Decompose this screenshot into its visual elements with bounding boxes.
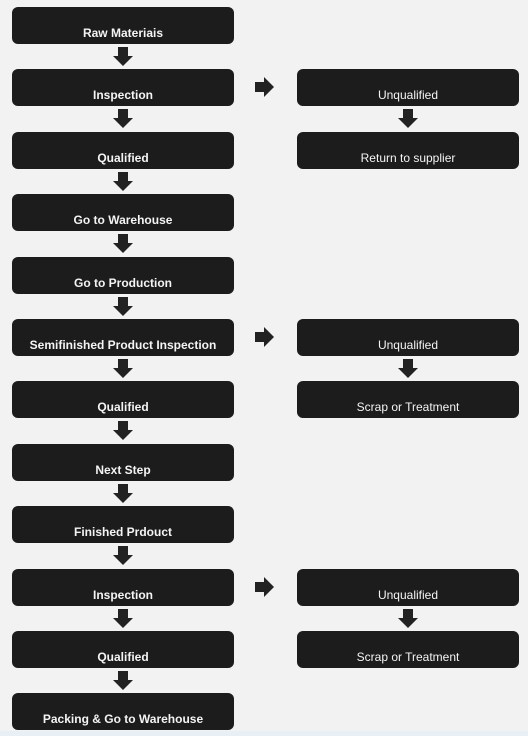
unqualified-box: Unqualified [297,319,519,356]
arrow-right-icon [255,327,275,347]
arrow-down-icon [398,609,418,629]
branch-action-box: Scrap or Treatment [297,631,519,668]
flow-step-box: Finished Prdouct [12,506,234,543]
flow-step-box: Inspection [12,569,234,606]
branch-action-box: Scrap or Treatment [297,381,519,418]
arrow-down-icon [113,484,133,504]
unqualified-box: Unqualified [297,569,519,606]
arrow-down-icon [113,234,133,254]
bottom-strip [0,731,528,736]
branch-action-box: Return to supplier [297,132,519,169]
unqualified-box: Unqualified [297,69,519,106]
flow-step-box: Next Step [12,444,234,481]
arrow-right-icon [255,77,275,97]
flow-step-box: Qualified [12,132,234,169]
flow-step-box: Raw Materiais [12,7,234,44]
flow-step-box: Go to Warehouse [12,194,234,231]
arrow-down-icon [398,359,418,379]
flow-step-box: Inspection [12,69,234,106]
flow-step-box: Qualified [12,381,234,418]
flow-step-box: Packing & Go to Warehouse [12,693,234,730]
flow-step-box: Semifinished Product Inspection [12,319,234,356]
arrow-down-icon [113,109,133,129]
arrow-right-icon [255,577,275,597]
arrow-down-icon [113,671,133,691]
arrow-down-icon [113,297,133,317]
flow-step-box: Go to Production [12,257,234,294]
arrow-down-icon [113,546,133,566]
flow-step-box: Qualified [12,631,234,668]
arrow-down-icon [113,359,133,379]
arrow-down-icon [113,609,133,629]
arrow-down-icon [113,172,133,192]
arrow-down-icon [113,47,133,67]
arrow-down-icon [113,421,133,441]
arrow-down-icon [398,109,418,129]
